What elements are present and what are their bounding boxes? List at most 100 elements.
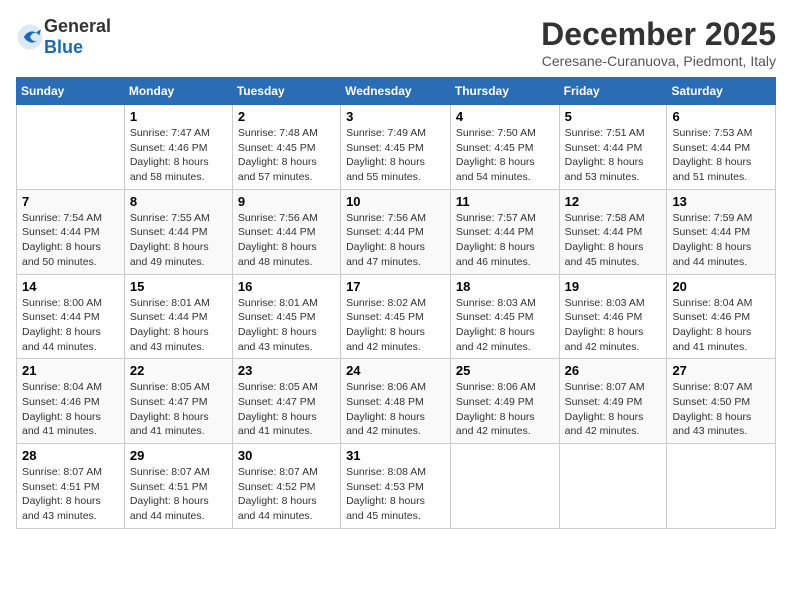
calendar-cell: 2Sunrise: 7:48 AMSunset: 4:45 PMDaylight…: [232, 105, 340, 190]
calendar-cell: 9 Sunrise: 7:56 AMSunset: 4:44 PMDaylight…: [232, 189, 340, 274]
sunset-text: Sunset: 4:44 PM: [238, 225, 335, 240]
weekday-header-monday: Monday: [124, 78, 232, 105]
sunrise-text: Sunrise: 7:47 AM: [130, 126, 227, 141]
sunrise-text: Sunrise: 8:01 AM: [130, 296, 227, 311]
sunrise-text: Sunrise: 7:55 AM: [130, 211, 227, 226]
day-number: 13: [672, 194, 770, 209]
calendar-cell: 22Sunrise: 8:05 AMSunset: 4:47 PMDayligh…: [124, 359, 232, 444]
calendar-cell: 27Sunrise: 8:07 AMSunset: 4:50 PMDayligh…: [667, 359, 776, 444]
sunrise-text: Sunrise: 8:07 AM: [672, 380, 770, 395]
sunset-text: Sunset: 4:44 PM: [565, 225, 662, 240]
weekday-header-saturday: Saturday: [667, 78, 776, 105]
calendar-table: SundayMondayTuesdayWednesdayThursdayFrid…: [16, 77, 776, 529]
daylight-text: Daylight: 8 hours and 50 minutes.: [22, 240, 119, 269]
sunrise-text: Sunrise: 8:02 AM: [346, 296, 445, 311]
sunset-text: Sunset: 4:49 PM: [565, 395, 662, 410]
daylight-text: Daylight: 8 hours and 45 minutes.: [565, 240, 662, 269]
daylight-text: Daylight: 8 hours and 54 minutes.: [456, 155, 554, 184]
daylight-text: Daylight: 8 hours and 42 minutes.: [456, 325, 554, 354]
calendar-cell: 25Sunrise: 8:06 AMSunset: 4:49 PMDayligh…: [450, 359, 559, 444]
sunset-text: Sunset: 4:53 PM: [346, 480, 445, 495]
calendar-cell: 23Sunrise: 8:05 AMSunset: 4:47 PMDayligh…: [232, 359, 340, 444]
daylight-text: Daylight: 8 hours and 48 minutes.: [238, 240, 335, 269]
calendar-cell: 6Sunrise: 7:53 AMSunset: 4:44 PMDaylight…: [667, 105, 776, 190]
sunrise-text: Sunrise: 7:57 AM: [456, 211, 554, 226]
sunset-text: Sunset: 4:44 PM: [672, 225, 770, 240]
calendar-cell: 31Sunrise: 8:08 AMSunset: 4:53 PMDayligh…: [341, 444, 451, 529]
sunset-text: Sunset: 4:44 PM: [130, 310, 227, 325]
sunset-text: Sunset: 4:44 PM: [130, 225, 227, 240]
sunset-text: Sunset: 4:45 PM: [238, 141, 335, 156]
day-number: 5: [565, 109, 662, 124]
sunset-text: Sunset: 4:45 PM: [456, 310, 554, 325]
sunrise-text: Sunrise: 7:56 AM: [346, 211, 445, 226]
daylight-text: Daylight: 8 hours and 42 minutes.: [456, 410, 554, 439]
calendar-cell: 18Sunrise: 8:03 AMSunset: 4:45 PMDayligh…: [450, 274, 559, 359]
sunset-text: Sunset: 4:47 PM: [130, 395, 227, 410]
logo-icon: [16, 23, 44, 51]
calendar-cell: 12Sunrise: 7:58 AMSunset: 4:44 PMDayligh…: [559, 189, 667, 274]
weekday-header-row: SundayMondayTuesdayWednesdayThursdayFrid…: [17, 78, 776, 105]
calendar-cell: 13Sunrise: 7:59 AMSunset: 4:44 PMDayligh…: [667, 189, 776, 274]
daylight-text: Daylight: 8 hours and 57 minutes.: [238, 155, 335, 184]
calendar-cell: 3 Sunrise: 7:49 AMSunset: 4:45 PMDaylight…: [341, 105, 451, 190]
calendar-cell: 10Sunrise: 7:56 AMSunset: 4:44 PMDayligh…: [341, 189, 451, 274]
daylight-text: Daylight: 8 hours and 42 minutes.: [565, 325, 662, 354]
logo-general-text: General: [44, 16, 111, 36]
sunset-text: Sunset: 4:52 PM: [238, 480, 335, 495]
sunrise-text: Sunrise: 8:07 AM: [238, 465, 335, 480]
day-number: 22: [130, 363, 227, 378]
calendar-cell: 11 Sunrise: 7:57 AMSunset: 4:44 PMDayligh…: [450, 189, 559, 274]
sunset-text: Sunset: 4:44 PM: [456, 225, 554, 240]
page-subtitle: Ceresane-Curanuova, Piedmont, Italy: [541, 53, 776, 69]
header: General Blue December 2025 Ceresane-Cura…: [16, 16, 776, 69]
day-number: 17: [346, 279, 445, 294]
sunrise-text: Sunrise: 8:07 AM: [565, 380, 662, 395]
daylight-text: Daylight: 8 hours and 41 minutes.: [672, 325, 770, 354]
sunset-text: Sunset: 4:51 PM: [130, 480, 227, 495]
sunrise-text: Sunrise: 8:07 AM: [22, 465, 119, 480]
weekday-header-thursday: Thursday: [450, 78, 559, 105]
sunrise-text: Sunrise: 8:04 AM: [22, 380, 119, 395]
calendar-cell: 16Sunrise: 8:01 AMSunset: 4:45 PMDayligh…: [232, 274, 340, 359]
daylight-text: Daylight: 8 hours and 44 minutes.: [238, 494, 335, 523]
calendar-cell: 17Sunrise: 8:02 AMSunset: 4:45 PMDayligh…: [341, 274, 451, 359]
daylight-text: Daylight: 8 hours and 44 minutes.: [22, 325, 119, 354]
day-number: 3: [346, 109, 445, 124]
sunrise-text: Sunrise: 8:01 AM: [238, 296, 335, 311]
daylight-text: Daylight: 8 hours and 43 minutes.: [238, 325, 335, 354]
sunrise-text: Sunrise: 7:49 AM: [346, 126, 445, 141]
sunset-text: Sunset: 4:51 PM: [22, 480, 119, 495]
sunrise-text: Sunrise: 7:54 AM: [22, 211, 119, 226]
day-number: 11: [456, 194, 554, 209]
sunrise-text: Sunrise: 8:06 AM: [346, 380, 445, 395]
calendar-cell: 20Sunrise: 8:04 AMSunset: 4:46 PMDayligh…: [667, 274, 776, 359]
calendar-cell: 15Sunrise: 8:01 AMSunset: 4:44 PMDayligh…: [124, 274, 232, 359]
daylight-text: Daylight: 8 hours and 43 minutes.: [130, 325, 227, 354]
sunrise-text: Sunrise: 7:56 AM: [238, 211, 335, 226]
daylight-text: Daylight: 8 hours and 58 minutes.: [130, 155, 227, 184]
daylight-text: Daylight: 8 hours and 55 minutes.: [346, 155, 445, 184]
calendar-week-row: 14Sunrise: 8:00 AMSunset: 4:44 PMDayligh…: [17, 274, 776, 359]
daylight-text: Daylight: 8 hours and 49 minutes.: [130, 240, 227, 269]
daylight-text: Daylight: 8 hours and 53 minutes.: [565, 155, 662, 184]
logo: General Blue: [16, 16, 111, 58]
sunrise-text: Sunrise: 7:50 AM: [456, 126, 554, 141]
daylight-text: Daylight: 8 hours and 43 minutes.: [22, 494, 119, 523]
daylight-text: Daylight: 8 hours and 45 minutes.: [346, 494, 445, 523]
daylight-text: Daylight: 8 hours and 43 minutes.: [672, 410, 770, 439]
calendar-cell: [17, 105, 125, 190]
logo-blue-text: Blue: [44, 37, 83, 57]
sunset-text: Sunset: 4:47 PM: [238, 395, 335, 410]
sunset-text: Sunset: 4:44 PM: [565, 141, 662, 156]
calendar-week-row: 21Sunrise: 8:04 AMSunset: 4:46 PMDayligh…: [17, 359, 776, 444]
day-number: 9: [238, 194, 335, 209]
calendar-cell: 1Sunrise: 7:47 AMSunset: 4:46 PMDaylight…: [124, 105, 232, 190]
sunrise-text: Sunrise: 8:07 AM: [130, 465, 227, 480]
day-number: 27: [672, 363, 770, 378]
day-number: 31: [346, 448, 445, 463]
daylight-text: Daylight: 8 hours and 46 minutes.: [456, 240, 554, 269]
calendar-cell: 4Sunrise: 7:50 AMSunset: 4:45 PMDaylight…: [450, 105, 559, 190]
day-number: 7: [22, 194, 119, 209]
sunset-text: Sunset: 4:45 PM: [346, 141, 445, 156]
